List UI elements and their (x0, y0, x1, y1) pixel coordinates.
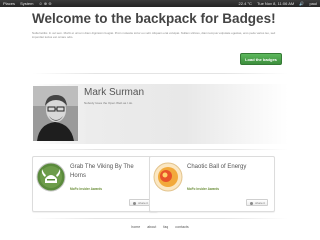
load-badges-button[interactable]: Load the badges (240, 53, 282, 65)
os-launcher-icons[interactable]: ☺ ⊕ ⊖ (39, 1, 52, 6)
badge-title: Grab The Viking By The Horns (70, 164, 134, 179)
viking-badge-icon (36, 162, 66, 192)
os-status-group: 22.4 °C Tue Nov 8, 11:06 AM 🔊 paul (235, 0, 317, 7)
os-user-menu[interactable]: paul (309, 1, 317, 6)
share-label: share it (138, 201, 148, 205)
energy-ball-badge-icon (153, 162, 183, 192)
avatar (33, 86, 78, 141)
divider (32, 218, 288, 219)
share-label: share it (255, 201, 265, 205)
profile-name: Mark Surman (84, 87, 145, 98)
badge-card[interactable]: Chaotic Ball of Energy MoFo Insider Awar… (149, 156, 275, 212)
gear-icon (133, 201, 136, 205)
footer-nav: home about faq contacts (0, 225, 320, 229)
os-top-panel: Places System ☺ ⊕ ⊖ 22.4 °C Tue Nov 8, 1… (0, 0, 320, 7)
share-button[interactable]: share it (129, 199, 151, 206)
gear-icon (250, 201, 253, 205)
backpack-page: Welcome to the backpack for Badges! Null… (0, 7, 320, 240)
badge-issuer[interactable]: MoFo Insider Awards (70, 187, 102, 191)
volume-icon[interactable]: 🔊 (299, 1, 304, 6)
badge-issuer[interactable]: MoFo Insider Awards (187, 187, 219, 191)
profile-bio: Nobody loves the Open Web as I do. (84, 101, 133, 105)
profile-photo (33, 86, 78, 141)
badge-card[interactable]: Grab The Viking By The Horns MoFo Inside… (32, 156, 158, 212)
footer-link-home[interactable]: home (131, 225, 140, 229)
divider (32, 149, 288, 150)
badge-title: Chaotic Ball of Energy (187, 164, 247, 170)
divider (32, 73, 288, 74)
intro-text: Nulla facilisi. In vel sem. Morbi et urn… (32, 31, 276, 39)
os-weather[interactable]: 22.4 °C (239, 1, 252, 6)
share-button[interactable]: share it (246, 199, 268, 206)
os-clock[interactable]: Tue Nov 8, 11:06 AM (257, 1, 294, 6)
footer-link-faq[interactable]: faq (163, 225, 168, 229)
footer-link-contacts[interactable]: contacts (175, 225, 188, 229)
footer-link-about[interactable]: about (147, 225, 156, 229)
page-title: Welcome to the backpack for Badges! (32, 11, 276, 26)
os-menu-places[interactable]: Places (3, 1, 15, 6)
os-menu-system[interactable]: System (20, 1, 33, 6)
os-menu-group: Places System ☺ ⊕ ⊖ (3, 0, 56, 7)
